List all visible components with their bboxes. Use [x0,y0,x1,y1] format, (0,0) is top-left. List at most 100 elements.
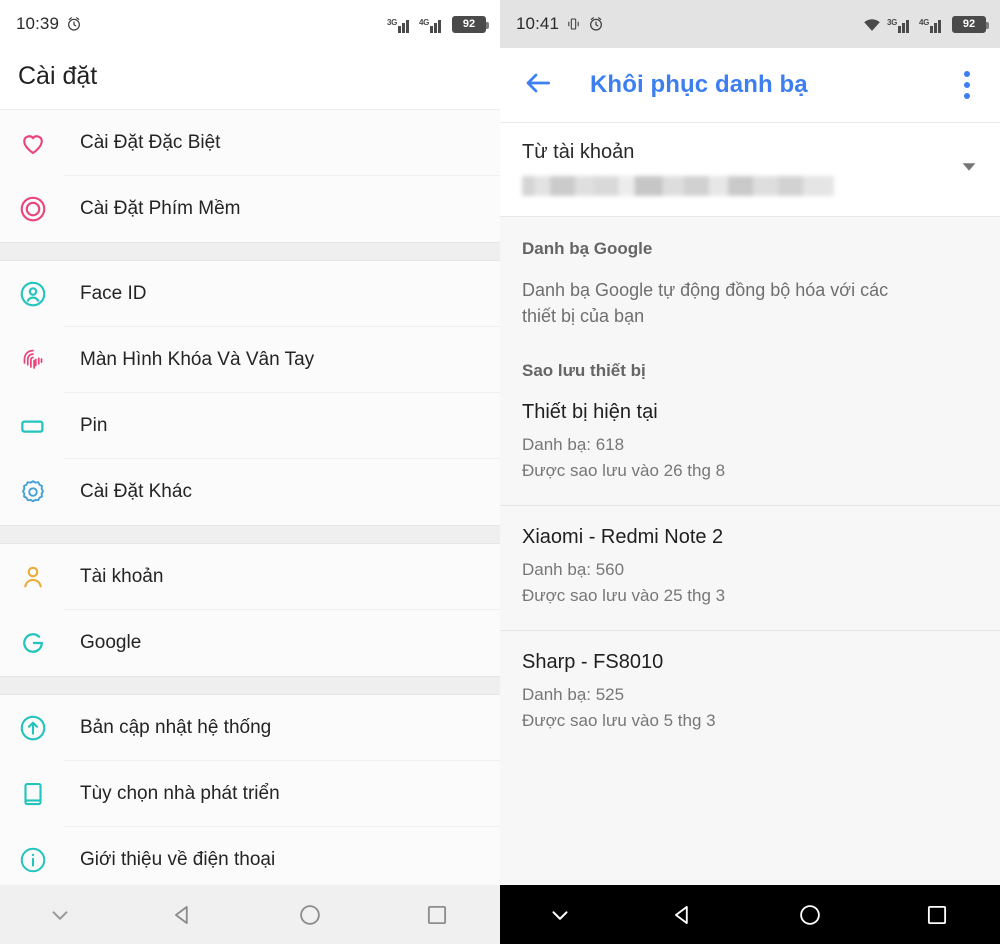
status-time: 10:41 [516,14,560,33]
device-backup-section: Sao lưu thiết bị [500,335,1000,382]
battery-icon [18,411,64,441]
settings-row-other[interactable]: Cài Đặt Khác [0,459,500,525]
vibrate-icon [568,18,579,30]
home-circle-icon [300,904,320,925]
settings-row-label: Face ID [64,261,500,327]
google-contacts-header: Danh bạ Google [522,239,653,258]
signal-3g-label: 3G [387,17,398,27]
group-separator [0,676,500,695]
app-bar-title: Khôi phục danh bạ [590,71,808,98]
settings-row-special[interactable]: Cài Đặt Đặc Biệt [0,110,500,176]
status-left-group: 10:39 [16,14,82,34]
nav-hide-keyboard-button[interactable] [0,902,120,928]
chevron-down-icon [52,910,68,920]
page-title: Cài đặt [0,48,500,110]
status-right-group: 3G 4G 92 [387,15,489,33]
signal-4g-icon: 4G [419,18,445,33]
settings-row-about[interactable]: Giới thiệu về điện thoại [0,827,500,885]
device-backup-item[interactable]: Thiết bị hiện tại Danh bạ: 618 Được sao … [500,381,1000,506]
nav-home-button[interactable] [247,902,374,928]
person-icon [18,562,64,592]
settings-row-developer[interactable]: Tùy chọn nhà phát triển [0,761,500,827]
settings-row-softkey[interactable]: Cài Đặt Phím Mềm [0,176,500,242]
settings-row-label: Màn Hình Khóa Và Vân Tay [64,327,500,393]
back-triangle-icon [675,905,689,924]
left-navigation-bar [0,885,500,944]
left-status-bar: 10:39 3G 4G 92 [0,0,500,48]
nav-back-button[interactable] [120,902,247,928]
alarm-icon [68,17,80,31]
battery-indicator: 92 [452,15,489,33]
device-backup-date: Được sao lưu vào 26 thg 8 [522,460,726,480]
device-backup-date: Được sao lưu vào 25 thg 3 [522,585,726,605]
app-bar: Khôi phục danh bạ [500,48,1000,123]
heart-icon [18,128,64,158]
chevron-down-icon [552,910,568,920]
fingerprint-icon [18,345,64,375]
settings-row-label: Cài Đặt Phím Mềm [80,198,241,219]
signal-3g-icon: 3G [387,17,413,33]
settings-row-label: Cài Đặt Đặc Biệt [64,110,500,176]
settings-row-label: Cài Đặt Khác [80,481,192,502]
device-name: Thiết bị hiện tại [522,401,658,424]
device-contact-count: Danh bạ: 525 [522,685,625,705]
nav-back-button[interactable] [620,902,747,928]
signal-4g-label: 4G [919,17,930,27]
google-contacts-section: Danh bạ Google Danh bạ Google tự động đồ… [500,217,1000,336]
dual-screenshot: 10:39 3G 4G 92 Cài đặt Cài Đặt Đặc Biệt … [0,0,1000,944]
device-contact-count: Danh bạ: 618 [522,435,625,455]
signal-3g-label: 3G [887,17,898,27]
device-name: Sharp - FS8010 [522,651,664,674]
device-backup-item[interactable]: Xiaomi - Redmi Note 2 Danh bạ: 560 Được … [500,506,1000,631]
right-phone-restore-contacts: 10:41 3G 4G 92 Khôi phục danh bạ Từ tài … [500,0,1000,944]
device-backup-item[interactable]: Sharp - FS8010 Danh bạ: 525 Được sao lưu… [500,631,1000,756]
device-backup-header: Sao lưu thiết bị [522,361,646,381]
info-circle-icon [18,845,64,875]
back-arrow-icon[interactable] [522,67,568,104]
settings-row-battery[interactable]: Pin [0,393,500,459]
settings-row-label: Tài khoản [64,544,500,610]
account-selector-text: Từ tài khoản [522,141,940,196]
back-triangle-icon [175,905,189,924]
settings-row-label: Google [80,632,142,653]
device-contact-count: Danh bạ: 560 [522,560,625,580]
status-right-group: 3G 4G 92 [863,15,989,33]
overflow-menu-icon[interactable] [954,71,980,99]
account-email-redacted [522,176,834,196]
google-contacts-description: Danh bạ Google tự động đồng bộ hóa với c… [522,280,889,327]
account-selector-label: Từ tài khoản [522,141,635,163]
settings-group-3: Tài khoản Google [0,544,500,676]
settings-group-4: Bản cập nhật hệ thống Tùy chọn nhà phát … [0,695,500,885]
dropdown-caret-icon[interactable] [940,141,980,177]
settings-scroll-area: Cài đặt Cài Đặt Đặc Biệt Cài Đặt Phím Mề… [0,48,500,885]
google-g-icon [18,628,64,658]
recents-square-icon [927,905,946,924]
settings-group-1: Cài Đặt Đặc Biệt Cài Đặt Phím Mềm [0,110,500,242]
settings-row-systemupdate[interactable]: Bản cập nhật hệ thống [0,695,500,761]
right-status-bar: 10:41 3G 4G 92 [500,0,1000,48]
nav-recents-button[interactable] [373,902,500,928]
settings-row-faceid[interactable]: Face ID [0,261,500,327]
left-phone-settings: 10:39 3G 4G 92 Cài đặt Cài Đặt Đặc Biệt … [0,0,500,944]
battery-indicator: 92 [952,15,989,33]
signal-3g-icon: 3G [887,17,913,33]
settings-row-label: Tùy chọn nhà phát triển [64,761,500,827]
status-time: 10:39 [16,14,60,33]
group-separator [0,525,500,544]
nav-hide-keyboard-button[interactable] [500,902,620,928]
arrow-up-circle-icon [18,713,64,743]
device-backup-date: Được sao lưu vào 5 thg 3 [522,710,716,730]
settings-row-label: Giới thiệu về điện thoại [80,849,276,870]
device-name: Xiaomi - Redmi Note 2 [522,526,724,549]
group-separator [0,242,500,261]
settings-row-label: Bản cập nhật hệ thống [64,695,500,761]
settings-row-google[interactable]: Google [0,610,500,676]
nav-recents-button[interactable] [873,902,1000,928]
face-id-icon [18,279,64,309]
restore-contacts-scroll-area: Khôi phục danh bạ Từ tài khoản Danh bạ G… [500,48,1000,885]
settings-row-accounts[interactable]: Tài khoản [0,544,500,610]
book-icon [18,779,64,809]
nav-home-button[interactable] [747,902,874,928]
settings-row-lockscreen[interactable]: Màn Hình Khóa Và Vân Tay [0,327,500,393]
account-selector-row[interactable]: Từ tài khoản [500,123,1000,217]
